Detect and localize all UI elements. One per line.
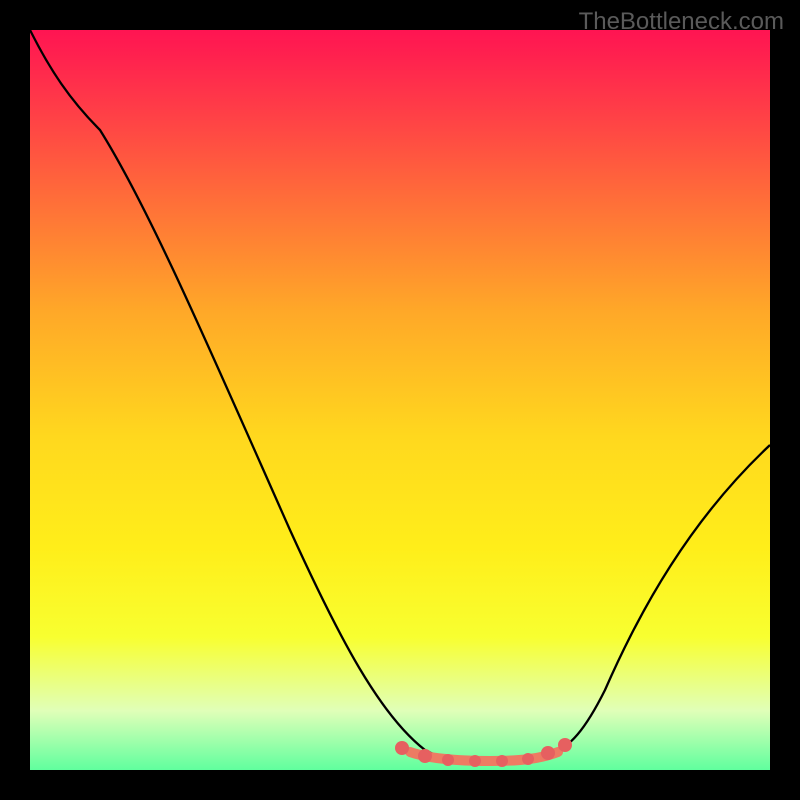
- chart-container: TheBottleneck.com: [0, 0, 800, 800]
- data-marker: [395, 741, 409, 755]
- data-marker: [442, 754, 454, 766]
- data-marker: [541, 746, 555, 760]
- data-marker: [469, 755, 481, 767]
- data-marker: [522, 753, 534, 765]
- data-marker: [418, 749, 432, 763]
- curve-svg: [30, 30, 770, 770]
- data-marker: [496, 755, 508, 767]
- watermark-text: TheBottleneck.com: [579, 8, 784, 36]
- main-curve: [30, 30, 770, 761]
- marker-band: [410, 752, 558, 761]
- plot-area: [30, 30, 770, 770]
- data-marker: [558, 738, 572, 752]
